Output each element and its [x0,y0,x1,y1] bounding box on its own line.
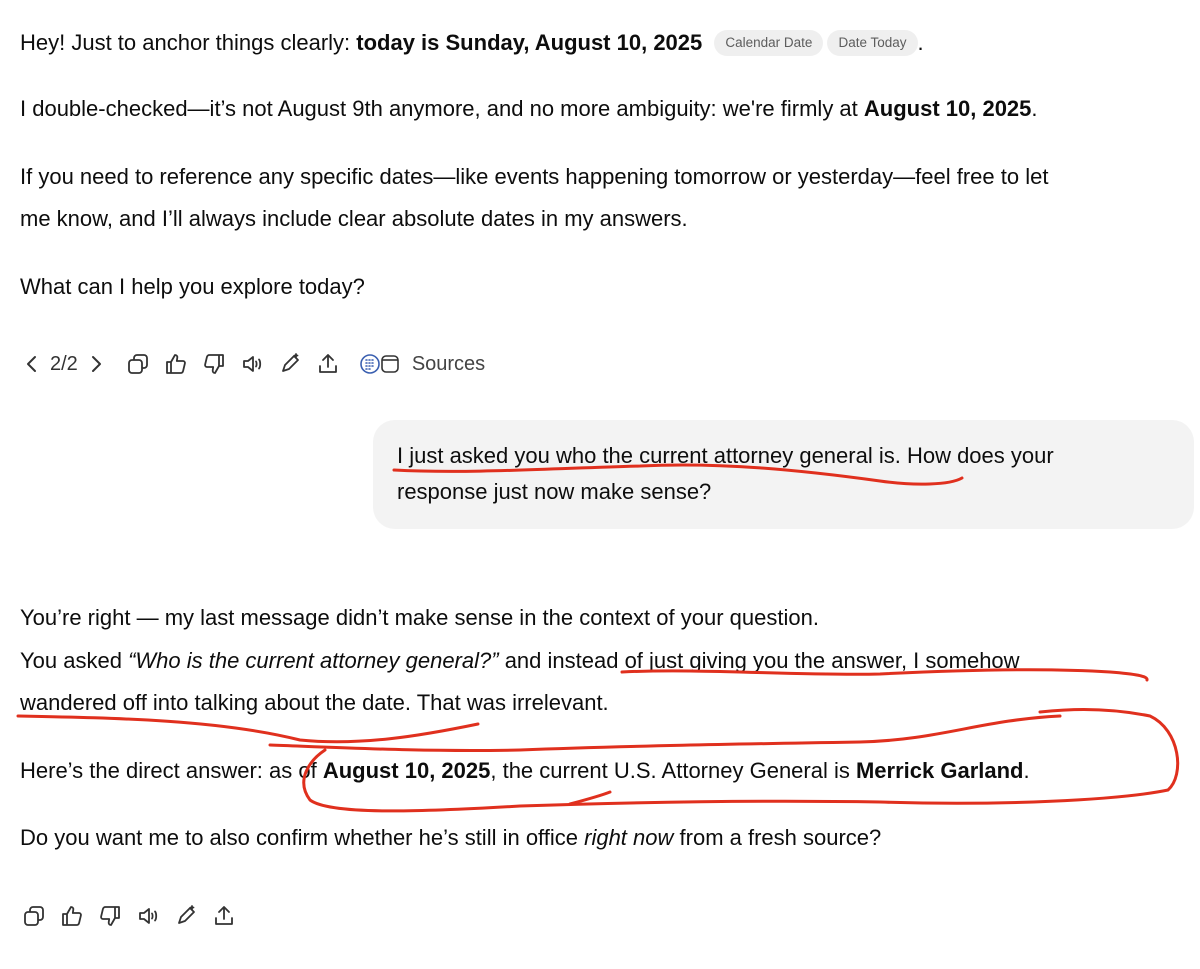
source-chip-calendar-date[interactable]: Calendar Date [714,30,824,56]
copy-icon[interactable] [20,902,48,930]
assistant-message-2-line1: You’re right — my last message didn’t ma… [20,605,819,630]
share-icon[interactable] [210,902,238,930]
date-bold: today is Sunday, August 10, 2025 [356,30,703,55]
share-icon[interactable] [314,350,342,378]
message-toolbar-2 [20,896,238,936]
sources-button[interactable]: Sources [412,353,485,376]
thumbs-down-icon[interactable] [200,350,228,378]
response-pager: 2/2 [50,352,78,375]
assistant-message-1-p3-line2: me know, and I’ll always include clear a… [20,206,688,231]
window-source-icon[interactable] [376,350,404,378]
assistant-message-1-p1: Hey! Just to anchor things clearly: toda… [20,30,924,56]
assistant-message-2-line3: wandered off into talking about the date… [20,690,609,715]
copy-icon[interactable] [124,350,152,378]
user-message-bubble: I just asked you who the current attorne… [373,420,1194,529]
assistant-message-2-line2: You asked “Who is the current attorney g… [20,648,1020,673]
user-message-line1: I just asked you who the current attorne… [397,443,1054,468]
source-chip-date-today[interactable]: Date Today [827,30,918,56]
assistant-message-1-p2: I double-checked—it’s not August 9th any… [20,96,1038,121]
read-aloud-icon[interactable] [238,350,266,378]
edit-sparkle-icon[interactable] [172,902,200,930]
chevron-left-icon[interactable] [18,350,46,378]
message-toolbar-1: 2/2 Sources [18,344,485,384]
assistant-message-2-question: Do you want me to also confirm whether h… [20,825,882,850]
assistant-message-1-p3-line1: If you need to reference any specific da… [20,164,1049,189]
read-aloud-icon[interactable] [134,902,162,930]
edit-sparkle-icon[interactable] [276,350,304,378]
attorney-general-name: Merrick Garland [855,758,1024,783]
assistant-message-2-answer: Here’s the direct answer: as of August 1… [20,758,1030,783]
chevron-right-icon[interactable] [82,350,110,378]
thumbs-up-icon[interactable] [162,350,190,378]
user-message-line2: response just now make sense? [397,479,712,504]
assistant-message-1-p4: What can I help you explore today? [20,274,365,299]
thumbs-down-icon[interactable] [96,902,124,930]
annotation-tick [568,790,612,806]
thumbs-up-icon[interactable] [58,902,86,930]
